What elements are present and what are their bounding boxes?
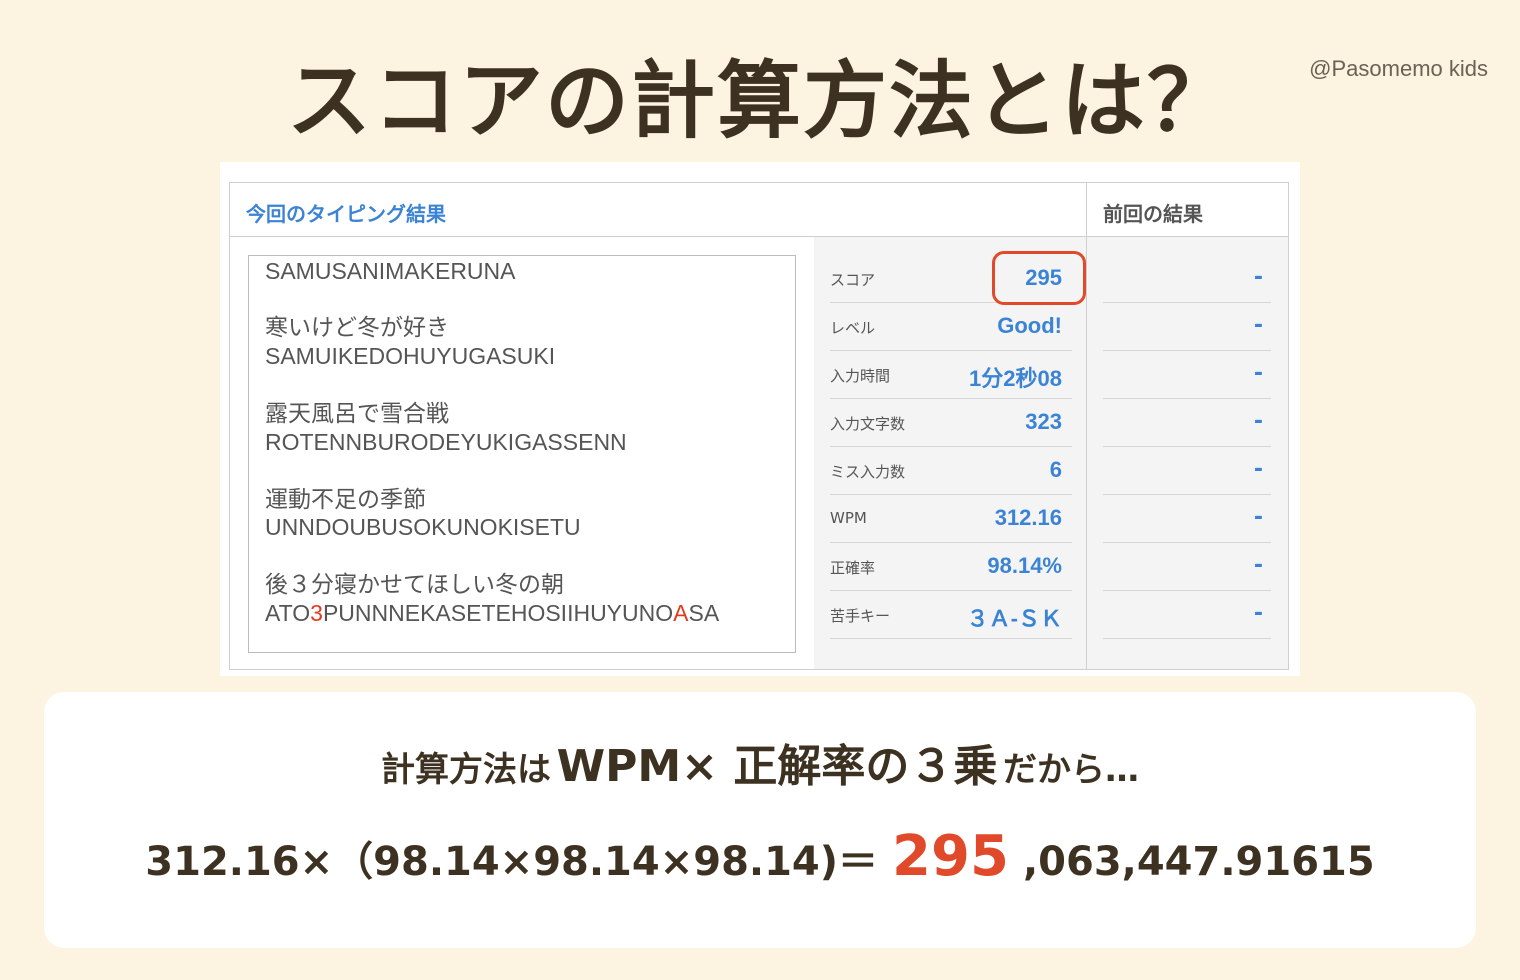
text-line: 露天風呂で雪合戦 <box>265 400 449 426</box>
stat-label: スコア <box>830 271 876 289</box>
calculation-highlight: 295 <box>892 824 1009 889</box>
result-panel: 今回のタイピング結果 前回の結果 SAMUSANIMAKERUNA 寒いけど冬が… <box>229 182 1289 670</box>
previous-row: - <box>1103 543 1271 591</box>
typed-text-box: SAMUSANIMAKERUNA 寒いけど冬が好き SAMUIKEDOHUYUG… <box>248 255 796 653</box>
text-segment: SA <box>688 600 720 626</box>
stat-row-wpm: WPM 312.16 <box>830 495 1072 543</box>
text-segment: ATO <box>265 600 311 626</box>
stat-value: 98.14% <box>987 553 1062 578</box>
previous-row: - <box>1103 495 1271 543</box>
score-highlight-ring <box>992 251 1086 305</box>
stat-row-misses: ミス入力数 6 <box>830 447 1072 495</box>
previous-row: - <box>1103 303 1271 351</box>
stat-row-time: 入力時間 1分2秒08 <box>830 351 1072 399</box>
text-line: SAMUIKEDOHUYUGASUKI <box>265 343 556 369</box>
stat-row-chars: 入力文字数 323 <box>830 399 1072 447</box>
stat-label: WPM <box>830 509 867 527</box>
result-screenshot: 今回のタイピング結果 前回の結果 SAMUSANIMAKERUNA 寒いけど冬が… <box>220 162 1300 676</box>
explanation-suffix: だから… <box>1002 750 1139 790</box>
stat-label: レベル <box>830 319 876 337</box>
previous-value: - <box>1253 553 1263 578</box>
previous-value: - <box>1253 601 1263 626</box>
explanation-prefix: 計算方法は <box>381 750 552 790</box>
miss-char: 3 <box>310 600 323 626</box>
stat-label: 苦手キー <box>830 607 891 625</box>
text-line: UNNDOUBUSOKUNOKISETU <box>265 514 581 540</box>
text-line: SAMUSANIMAKERUNA <box>265 258 516 284</box>
explanation-line: 計算方法は WPM× 正解率の３乗 だから… <box>44 730 1476 794</box>
stat-value: 312.16 <box>994 505 1062 530</box>
previous-row: - <box>1103 399 1271 447</box>
stat-value: 6 <box>1049 457 1062 482</box>
text-segment: PUNNNEKASETEHOSIIHUYUNO <box>322 600 674 626</box>
previous-value: - <box>1253 313 1263 338</box>
previous-column: - - - - - - - - <box>1087 237 1288 669</box>
previous-value: - <box>1253 409 1263 434</box>
explanation-card: 計算方法は WPM× 正解率の３乗 だから… 312.16×（98.14×98.… <box>44 692 1476 948</box>
previous-value: - <box>1253 505 1263 530</box>
watermark: @Pasomemo kids <box>1309 56 1488 81</box>
page-title: スコアの計算方法とは？ <box>286 52 1233 150</box>
previous-row: - <box>1103 255 1271 303</box>
stat-row-accuracy: 正確率 98.14% <box>830 543 1072 591</box>
stat-label: ミス入力数 <box>830 463 906 481</box>
stat-row-weak-keys: 苦手キー ３Ａ-ＳＫ <box>830 591 1072 639</box>
stat-label: 正確率 <box>830 559 876 577</box>
stat-value: 323 <box>1025 409 1062 434</box>
text-line-with-misses: ATO3PUNNNEKASETEHOSIIHUYUNOASA <box>265 600 719 627</box>
stat-value: Good! <box>997 313 1062 338</box>
stat-value: 1分2秒08 <box>969 366 1062 391</box>
previous-result-title: 前回の結果 <box>1103 202 1203 226</box>
text-line: 後３分寝かせてほしい冬の朝 <box>265 571 564 597</box>
text-line: ROTENNBURODEYUKIGASSENN <box>265 429 627 455</box>
previous-row: - <box>1103 447 1271 495</box>
previous-value: - <box>1253 265 1263 290</box>
stat-label: 入力時間 <box>830 367 891 385</box>
calculation-left: 312.16×（98.14×98.14×98.14)＝ <box>145 839 879 885</box>
stat-value: ３Ａ-ＳＫ <box>966 606 1062 631</box>
previous-row: - <box>1103 591 1271 639</box>
text-line: 運動不足の季節 <box>265 486 426 512</box>
current-result-header: 今回のタイピング結果 <box>230 183 1087 237</box>
previous-result-header: 前回の結果 <box>1087 183 1288 237</box>
stat-label: 入力文字数 <box>830 415 906 433</box>
stat-row-level: レベル Good! <box>830 303 1072 351</box>
explanation-formula: WPM× 正解率の３乗 <box>556 741 998 792</box>
previous-row: - <box>1103 351 1271 399</box>
miss-char: A <box>673 600 689 626</box>
current-result-title: 今回のタイピング結果 <box>246 202 446 226</box>
previous-value: - <box>1253 457 1263 482</box>
calculation-line: 312.16×（98.14×98.14×98.14)＝ 295 ,063,447.9… <box>44 824 1476 889</box>
calculation-rest: ,063,447.91615 <box>1022 839 1375 885</box>
text-line: 寒いけど冬が好き <box>265 314 449 340</box>
previous-value: - <box>1253 361 1263 386</box>
